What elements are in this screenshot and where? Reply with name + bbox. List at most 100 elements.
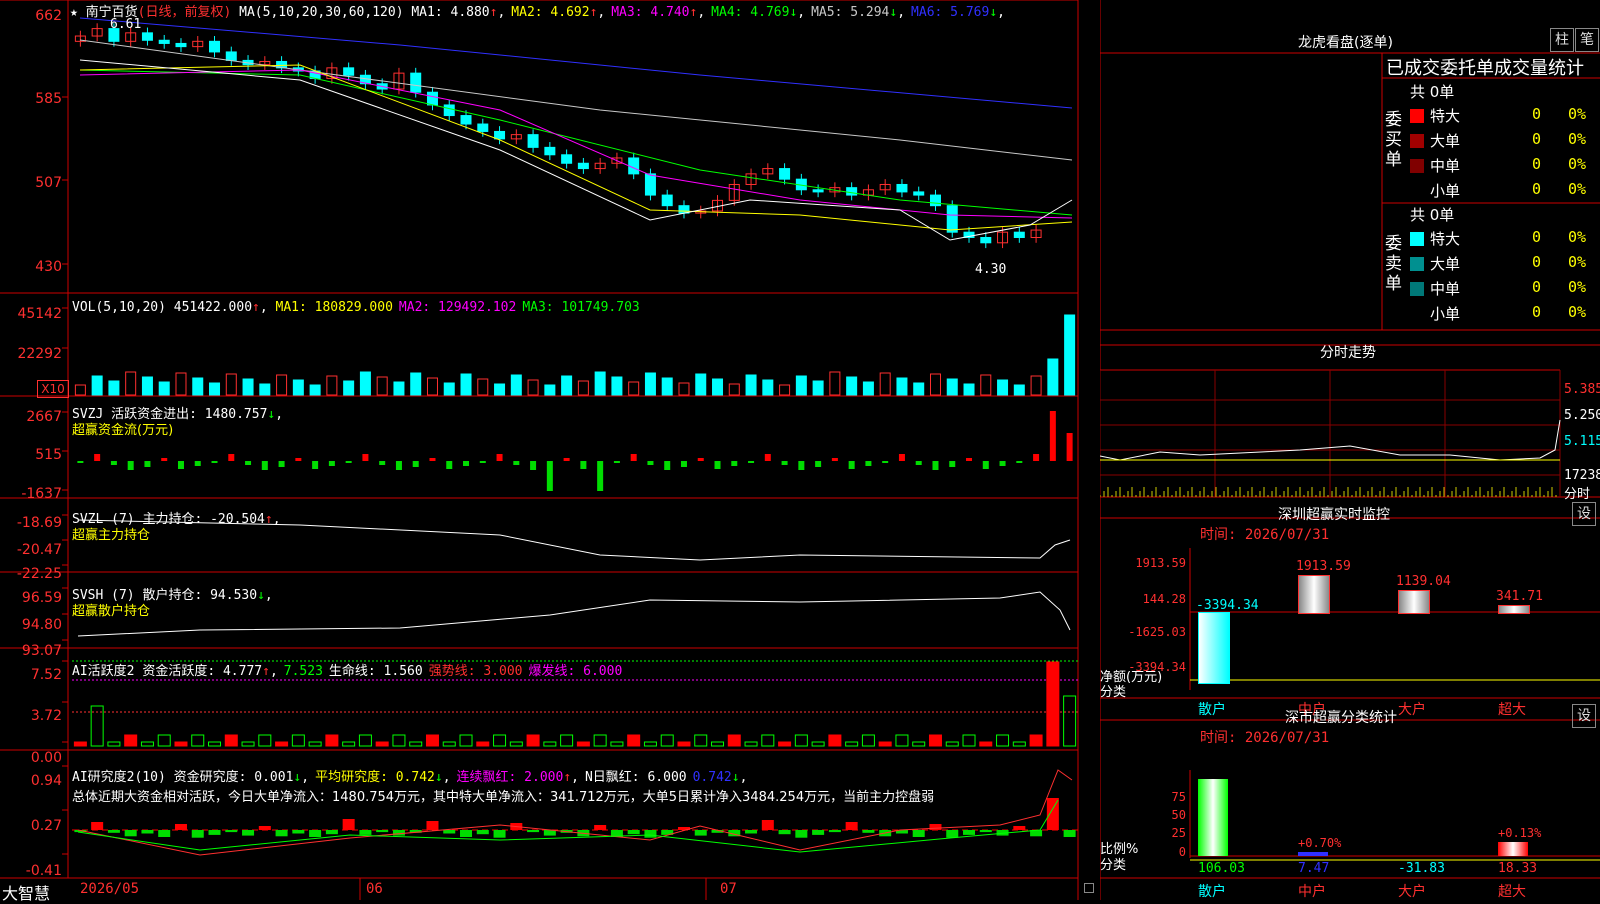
ma2-line [79, 64, 1073, 231]
main-y-tick: 585 [35, 91, 62, 107]
ai1-bar [509, 741, 523, 747]
star-icon[interactable]: ★ [70, 5, 78, 20]
legend-swatch [1410, 257, 1424, 271]
ai1-bar [1012, 741, 1026, 747]
legend-item: MA6: 5.769 [911, 5, 990, 20]
ai2-bar [392, 830, 405, 836]
stats-category: 散户 [1198, 884, 1226, 900]
ai2-bar [812, 830, 825, 835]
ai1-bar [828, 734, 842, 747]
flow-bar [161, 458, 168, 461]
ai1-bar [409, 741, 423, 747]
flow-bar [446, 461, 453, 469]
candle-body [661, 194, 673, 207]
flow-bar [194, 461, 201, 466]
flow-bar [966, 458, 973, 461]
ai1-bar [794, 734, 808, 747]
ai1-bar [560, 734, 574, 747]
volume-bar [477, 378, 489, 396]
row-pct: 0% [1568, 228, 1587, 246]
ai1-bar [845, 741, 859, 747]
ai2-bar [862, 830, 875, 833]
stats-settings-button[interactable]: 设 [1572, 704, 1596, 728]
ai2-bar [426, 821, 439, 830]
ai1-bar [342, 741, 356, 747]
candle-body [1013, 231, 1025, 238]
monitor-time: 时间: 2026/07/31 [1200, 527, 1330, 543]
flow-bar [915, 461, 922, 465]
ai2-y-tick: -0.41 [25, 863, 62, 879]
ai2-bar [594, 825, 607, 830]
volume-bar [141, 376, 153, 396]
ai1-y-tick: 3.72 [30, 708, 62, 724]
flow-bar [1016, 461, 1023, 463]
candle-body [443, 104, 455, 117]
separator: , [597, 5, 606, 20]
volume-bar [678, 382, 690, 396]
separator: , [497, 5, 506, 20]
ai1-values: 资金活跃度: 4.777↑, 7.523 生命线: 1.560 强势线: 3.000 爆… [142, 664, 628, 679]
candle-body [343, 67, 355, 76]
legend-item: MA3: 101749.703 [522, 300, 640, 315]
row-name: 中单 [1430, 280, 1461, 298]
flow-bar [597, 461, 604, 491]
dragon-header: 已成交委托单成交量统计 [1386, 58, 1584, 79]
chart-canvas[interactable] [0, 0, 1098, 900]
monitor-bar [1298, 575, 1330, 614]
svzl-y-tick: -18.69 [16, 515, 62, 531]
sell-total: 共 0单 [1410, 206, 1455, 224]
legend-item: 生命线: 1.560 [328, 664, 423, 679]
ai2-bar [376, 830, 389, 833]
volume-bar [259, 383, 271, 396]
flow-bar [697, 458, 704, 461]
ai2-bar [242, 830, 255, 836]
separator: , [301, 770, 310, 785]
volume-bar [862, 381, 874, 396]
monitor-category: 超大 [1498, 702, 1526, 718]
ai2-bar [325, 830, 338, 835]
ai1-bar [224, 734, 238, 747]
ai2-y-tick: 0.94 [30, 773, 62, 789]
ai1-bar [291, 734, 305, 747]
ai2-bar [460, 830, 473, 837]
ai1-bar [694, 734, 708, 747]
volume-bar [309, 384, 321, 396]
ai2-bar [963, 830, 976, 835]
kline-chart-area[interactable]: ★ 南宁百货(日线，前复权) MA(5,10,20,30,60,120) MA1… [0, 0, 1098, 903]
separator: , [797, 5, 806, 20]
tick-mode-button[interactable]: 笔 [1575, 28, 1599, 52]
row-name: 特大 [1430, 107, 1461, 125]
volume-bar [443, 382, 455, 396]
flow-bar [546, 461, 553, 491]
stats-bar-value: 18.33 [1498, 861, 1538, 876]
lock-icon[interactable] [1084, 883, 1094, 893]
main-y-tick: 507 [35, 175, 62, 191]
stats-y-tick: 75 [1171, 790, 1186, 804]
ai2-bar [694, 830, 707, 836]
candle-body [209, 40, 221, 53]
flow-bar [1033, 454, 1040, 461]
stats-bar-value: -31.83 [1398, 861, 1445, 876]
volume-bar [594, 371, 606, 396]
stats-bar-note: +0.70% [1298, 836, 1342, 850]
candle-body [678, 205, 690, 214]
separator: , [269, 664, 278, 679]
flow-bar [932, 461, 939, 470]
monitor-settings-button[interactable]: 设 [1572, 502, 1596, 526]
ai2-legend: AI研究度2(10) 资金研究度: 0.001↓, 平均研究度: 0.742↓, 连… [72, 766, 753, 785]
monitor-label-category: 分类 [1100, 685, 1127, 700]
row-pct: 0% [1568, 303, 1587, 321]
intraday-vol-label: 分时 [1564, 487, 1591, 502]
row-count: 0 [1532, 130, 1542, 148]
candle-body [225, 51, 237, 61]
ai1-bar [258, 734, 272, 747]
ai2-bar [979, 830, 992, 833]
ma6-line [79, 17, 1073, 109]
bar-mode-button[interactable]: 柱 [1550, 28, 1574, 52]
flow-bar [261, 461, 268, 470]
volume-bar [712, 378, 724, 396]
monitor-bar-value: 1139.04 [1396, 573, 1451, 589]
candle-body [477, 123, 489, 132]
volume-bar [644, 372, 656, 396]
legend-item: MA4: 4.769 [711, 5, 790, 20]
